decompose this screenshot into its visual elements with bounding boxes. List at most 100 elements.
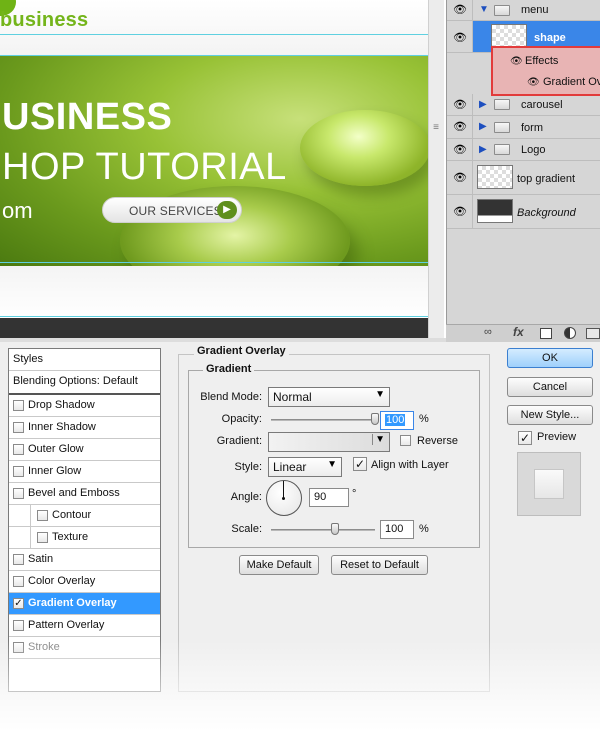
blending-options[interactable]: Blending Options: Default	[9, 371, 160, 395]
folder-icon	[494, 5, 510, 16]
align-with-layer-label: Align with Layer	[371, 459, 449, 471]
preview-label: Preview	[537, 431, 577, 443]
layer-row-logo[interactable]: 👁 ▶ Logo	[447, 139, 600, 161]
scale-percent: %	[419, 523, 429, 535]
style-item-label: Satin	[28, 553, 54, 565]
eye-icon[interactable]: 👁	[453, 5, 467, 16]
reverse-checkbox[interactable]	[400, 435, 411, 446]
layer-row-carousel[interactable]: 👁 ▶ carousel	[447, 94, 600, 116]
align-with-layer-checkbox[interactable]: ✓	[353, 457, 367, 471]
style-checkbox[interactable]	[37, 510, 48, 521]
style-item-drop-shadow[interactable]: Drop Shadow	[9, 395, 160, 417]
eye-icon[interactable]: 👁	[453, 145, 467, 156]
style-item-satin[interactable]: Satin	[9, 549, 160, 571]
reset-to-default-button[interactable]: Reset to Default	[331, 555, 428, 575]
style-item-label: Bevel and Emboss	[28, 487, 120, 499]
style-checkbox[interactable]	[13, 422, 24, 433]
cancel-button[interactable]: Cancel	[507, 377, 593, 397]
preview-checkbox[interactable]: ✓	[518, 431, 532, 445]
expand-triangle-icon[interactable]: ▶	[479, 144, 487, 155]
style-checkbox[interactable]	[13, 444, 24, 455]
canvas-scrollbar[interactable]: ≡	[428, 0, 444, 338]
effects-highlight-box: 👁 Effects 👁 Gradient Ov	[491, 46, 600, 96]
style-checkbox[interactable]	[13, 620, 24, 631]
folder-icon[interactable]	[586, 328, 600, 339]
mask-icon[interactable]	[540, 328, 552, 339]
layer-name: Logo	[521, 144, 546, 156]
style-item-outer-glow[interactable]: Outer Glow	[9, 439, 160, 461]
style-checkbox[interactable]	[37, 532, 48, 543]
indent-gutter	[9, 505, 31, 526]
scale-label: Scale:	[231, 523, 262, 535]
eye-icon[interactable]: 👁	[510, 56, 523, 67]
style-item-contour[interactable]: Contour	[9, 505, 160, 527]
chevron-down-icon: ▼	[375, 389, 385, 400]
guide-line	[0, 262, 428, 263]
style-checkbox[interactable]	[13, 466, 24, 477]
folder-icon	[494, 144, 510, 155]
gradient-picker[interactable]: ▼	[268, 432, 390, 452]
layer-row-background[interactable]: 👁 Background	[447, 195, 600, 229]
collapse-triangle-icon[interactable]: ▼	[479, 4, 489, 15]
layers-toolbar: ∞ fx	[446, 324, 600, 342]
style-checkbox[interactable]	[13, 642, 24, 653]
folder-icon	[494, 122, 510, 133]
layer-thumbnail	[477, 165, 513, 189]
style-item-label: Outer Glow	[28, 443, 84, 455]
style-item-stroke[interactable]: Stroke	[9, 637, 160, 659]
layer-row-top-gradient[interactable]: 👁 top gradient	[447, 161, 600, 195]
opacity-slider[interactable]	[271, 419, 375, 421]
style-label: Style:	[234, 461, 262, 473]
new-style-button[interactable]: New Style...	[507, 405, 593, 425]
hero-title: USINESS	[2, 96, 173, 138]
style-preview-inner	[534, 469, 564, 499]
expand-triangle-icon[interactable]: ▶	[479, 121, 487, 132]
scale-slider[interactable]	[271, 529, 375, 531]
our-services-button[interactable]: OUR SERVICES ▶	[102, 197, 242, 223]
style-item-bevel-and-emboss[interactable]: Bevel and Emboss	[9, 483, 160, 505]
hero-url: om	[2, 198, 33, 223]
eye-icon[interactable]: 👁	[453, 122, 467, 133]
eye-icon[interactable]: 👁	[453, 207, 467, 218]
style-item-pattern-overlay[interactable]: Pattern Overlay	[9, 615, 160, 637]
blend-mode-select[interactable]: Normal ▼	[268, 387, 390, 407]
style-value: Linear	[273, 460, 307, 474]
link-icon[interactable]: ∞	[484, 326, 492, 338]
eye-icon[interactable]: 👁	[453, 100, 467, 111]
opacity-value: 100	[385, 414, 406, 426]
make-default-button[interactable]: Make Default	[239, 555, 319, 575]
effects-label: Effects	[525, 55, 559, 67]
opacity-label: Opacity:	[221, 413, 262, 425]
eye-icon[interactable]: 👁	[453, 173, 467, 184]
styles-header[interactable]: Styles	[9, 349, 160, 371]
style-checkbox[interactable]	[13, 576, 24, 587]
style-item-texture[interactable]: Texture	[9, 527, 160, 549]
layer-row-form[interactable]: 👁 ▶ form	[447, 116, 600, 139]
eye-icon[interactable]: 👁	[453, 33, 467, 44]
style-item-inner-glow[interactable]: Inner Glow	[9, 461, 160, 483]
fx-icon[interactable]: fx	[513, 325, 524, 339]
style-checkbox[interactable]	[13, 554, 24, 565]
style-item-inner-shadow[interactable]: Inner Shadow	[9, 417, 160, 439]
gradient-label: Gradient:	[216, 435, 262, 447]
indent-gutter	[9, 527, 31, 548]
logo-text: business	[0, 9, 89, 31]
angle-input[interactable]: 90	[309, 488, 349, 507]
style-checkbox[interactable]: ✓	[13, 598, 24, 609]
eye-icon[interactable]: 👁	[527, 77, 540, 88]
section-title: Gradient	[203, 363, 255, 375]
scale-input[interactable]: 100	[380, 520, 414, 539]
style-select[interactable]: Linear ▼	[268, 457, 342, 477]
style-checkbox[interactable]	[13, 488, 24, 499]
style-item-gradient-overlay[interactable]: ✓ Gradient Overlay	[9, 593, 160, 615]
opacity-input[interactable]: 100	[380, 411, 414, 430]
scale-slider-thumb[interactable]	[331, 523, 340, 535]
style-item-color-overlay[interactable]: Color Overlay	[9, 571, 160, 593]
layer-row-menu[interactable]: 👁 ▼ menu	[447, 0, 600, 21]
opacity-slider-thumb[interactable]	[371, 413, 379, 425]
ok-button[interactable]: OK	[507, 348, 593, 368]
chevron-down-icon[interactable]: ▼	[372, 434, 385, 445]
expand-triangle-icon[interactable]: ▶	[479, 99, 487, 110]
adjustment-icon[interactable]	[564, 327, 576, 339]
style-checkbox[interactable]	[13, 400, 24, 411]
